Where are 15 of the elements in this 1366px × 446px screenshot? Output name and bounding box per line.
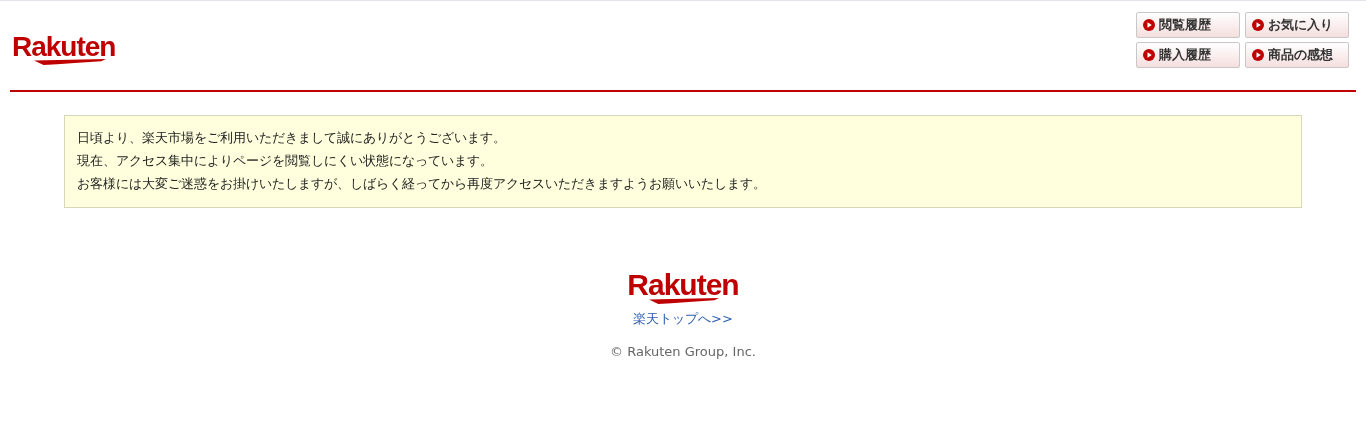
copyright-text: © Rakuten Group, Inc. [610,344,756,359]
nav-button[interactable]: 閲覧履歴 [1136,12,1240,38]
rakuten-logo[interactable]: Rakuten [12,33,116,65]
play-icon [1252,49,1264,61]
nav-button[interactable]: 購入履歴 [1136,42,1240,68]
notice-text: 現在、アクセス集中によりページを閲覧しにくい状態になっています。 [77,152,494,170]
nav-button[interactable]: 商品の感想 [1245,42,1349,68]
top-page-link[interactable]: 楽天トップへ>> [633,310,733,328]
play-icon [1143,19,1155,31]
play-icon [1252,19,1264,31]
play-icon [1143,49,1155,61]
rakuten-logo: Rakuten [627,270,739,304]
nav-button[interactable]: お気に入り [1245,12,1349,38]
notice-text: 日頃より、楽天市場をご利用いただきまして誠にありがとうございます。 [77,129,507,147]
notice-text: お客様には大変ご迷惑をお掛けいたしますが、しばらく経ってから再度アクセスいただきますようお願いいたします。 [77,175,767,193]
